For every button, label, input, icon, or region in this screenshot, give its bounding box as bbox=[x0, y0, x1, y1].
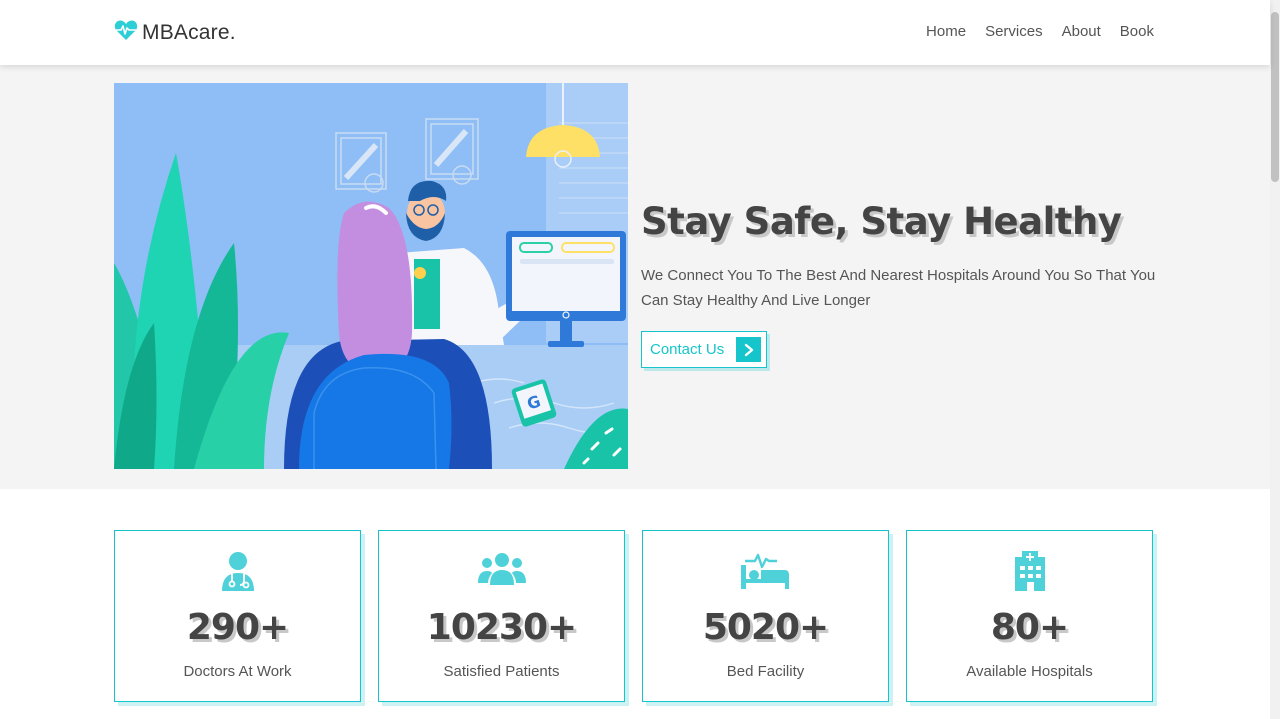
page-scrollbar[interactable] bbox=[1270, 0, 1280, 719]
contact-us-button[interactable]: Contact Us bbox=[641, 331, 767, 368]
heartbeat-icon bbox=[114, 19, 138, 46]
stat-card-hospitals: 80+ Available Hospitals bbox=[906, 530, 1153, 702]
stat-card-doctors: 290+ Doctors At Work bbox=[114, 530, 361, 702]
stat-value: 5020+ bbox=[702, 607, 829, 648]
users-icon bbox=[379, 551, 624, 591]
stat-value: 80+ bbox=[990, 607, 1069, 648]
nav-about[interactable]: About bbox=[1062, 23, 1101, 40]
stat-value: 290+ bbox=[186, 607, 289, 648]
main-nav: Home Services About Book bbox=[926, 23, 1154, 40]
stat-label: Available Hospitals bbox=[966, 663, 1093, 680]
contact-us-label: Contact Us bbox=[650, 341, 725, 358]
site-header: MBAcare. Home Services About Book bbox=[0, 0, 1270, 65]
chevron-right-icon bbox=[736, 337, 761, 362]
brand-name: MBAcare. bbox=[142, 20, 236, 44]
scrollbar-thumb[interactable] bbox=[1271, 12, 1279, 182]
hospital-icon bbox=[907, 551, 1152, 591]
stat-card-patients: 10230+ Satisfied Patients bbox=[378, 530, 625, 702]
stat-card-beds: 5020+ Bed Facility bbox=[642, 530, 889, 702]
brand-logo[interactable]: MBAcare. bbox=[114, 19, 236, 46]
stat-label: Doctors At Work bbox=[183, 663, 292, 680]
stat-value: 10230+ bbox=[426, 607, 577, 648]
hero-description: We Connect You To The Best And Nearest H… bbox=[641, 267, 1156, 309]
nav-book[interactable]: Book bbox=[1120, 23, 1154, 40]
hero-title: Stay Safe, Stay Healthy bbox=[641, 200, 1122, 243]
nav-services[interactable]: Services bbox=[985, 23, 1043, 40]
hero-illustration: G bbox=[114, 83, 628, 469]
stats-section: 290+ Doctors At Work 10230+ Satisfied Pa… bbox=[114, 530, 1154, 702]
hero-section: G Stay Safe, Stay Healthy We Connect You… bbox=[0, 65, 1270, 489]
bed-icon bbox=[643, 551, 888, 591]
nav-home[interactable]: Home bbox=[926, 23, 966, 40]
stat-label: Bed Facility bbox=[726, 663, 805, 680]
stat-label: Satisfied Patients bbox=[443, 663, 560, 680]
doctor-icon bbox=[115, 551, 360, 591]
